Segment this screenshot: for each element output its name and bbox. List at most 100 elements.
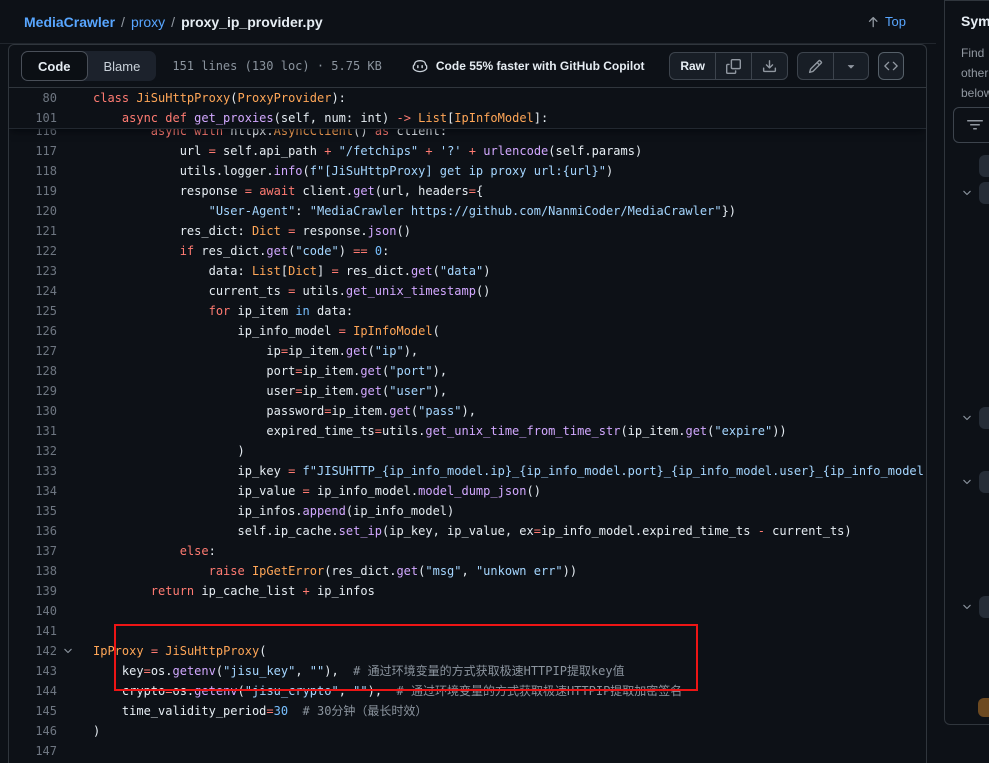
code-line: 134 ip_value = ip_info_model.model_dump_… bbox=[9, 481, 926, 501]
line-number[interactable]: 136 bbox=[9, 521, 57, 541]
line-number[interactable]: 133 bbox=[9, 461, 57, 481]
collapse-chevron-icon[interactable] bbox=[62, 645, 74, 657]
symbol-item-skeleton[interactable] bbox=[979, 407, 989, 429]
collapse-toggle[interactable] bbox=[57, 641, 79, 661]
line-number[interactable]: 80 bbox=[9, 88, 57, 108]
line-number[interactable]: 128 bbox=[9, 361, 57, 381]
top-label: Top bbox=[885, 14, 906, 29]
copy-icon bbox=[726, 59, 741, 74]
code-line: 118 utils.logger.info(f"[JiSuHttpProxy] … bbox=[9, 161, 926, 181]
line-number[interactable]: 101 bbox=[9, 108, 57, 128]
symbols-panel-toggle[interactable] bbox=[878, 52, 904, 80]
code-line: 120 "User-Agent": "MediaCrawler https://… bbox=[9, 201, 926, 221]
line-number[interactable]: 142 bbox=[9, 641, 57, 661]
gutter bbox=[57, 681, 79, 701]
gutter bbox=[57, 341, 79, 361]
chevron-down-icon[interactable] bbox=[961, 187, 973, 199]
line-number[interactable]: 145 bbox=[9, 701, 57, 721]
line-number[interactable]: 134 bbox=[9, 481, 57, 501]
gutter bbox=[57, 721, 79, 741]
line-number[interactable]: 130 bbox=[9, 401, 57, 421]
symbols-panel: Sym Find other below bbox=[944, 0, 989, 725]
line-number[interactable]: 144 bbox=[9, 681, 57, 701]
symbol-item-skeleton[interactable] bbox=[979, 471, 989, 493]
line-number[interactable]: 140 bbox=[9, 601, 57, 621]
code-line: 135 ip_infos.append(ip_info_model) bbox=[9, 501, 926, 521]
line-number[interactable]: 127 bbox=[9, 341, 57, 361]
line-number[interactable]: 131 bbox=[9, 421, 57, 441]
back-to-top-link[interactable]: Top bbox=[866, 14, 906, 29]
code-line: 145 time_validity_period=30 # 30分钟（最长时效） bbox=[9, 701, 926, 721]
gutter bbox=[57, 481, 79, 501]
symbol-item-skeleton-highlighted[interactable] bbox=[978, 698, 989, 717]
code-text: response = await client.get(url, headers… bbox=[93, 181, 483, 201]
line-number[interactable]: 118 bbox=[9, 161, 57, 181]
line-number[interactable]: 120 bbox=[9, 201, 57, 221]
symbol-item-skeleton[interactable] bbox=[979, 155, 989, 177]
chevron-down-icon[interactable] bbox=[961, 601, 973, 613]
download-icon bbox=[762, 59, 777, 74]
code-text: return ip_cache_list + ip_infos bbox=[93, 581, 375, 601]
line-number[interactable]: 138 bbox=[9, 561, 57, 581]
breadcrumb-repo-link[interactable]: MediaCrawler bbox=[24, 14, 115, 30]
chevron-down-icon[interactable] bbox=[961, 412, 973, 424]
line-number[interactable]: 132 bbox=[9, 441, 57, 461]
gutter bbox=[57, 301, 79, 321]
line-number[interactable]: 146 bbox=[9, 721, 57, 741]
code-line: 144 crypto=os.getenv("jisu_crypto", ""),… bbox=[9, 681, 926, 701]
tab-blame[interactable]: Blame bbox=[88, 51, 157, 81]
gutter bbox=[57, 221, 79, 241]
chevron-down-icon[interactable] bbox=[961, 476, 973, 488]
gutter bbox=[57, 521, 79, 541]
line-number[interactable]: 137 bbox=[9, 541, 57, 561]
gutter bbox=[57, 181, 79, 201]
code-line: 124 current_ts = utils.get_unix_timestam… bbox=[9, 281, 926, 301]
code-line: 123 data: List[Dict] = res_dict.get("dat… bbox=[9, 261, 926, 281]
line-number[interactable]: 119 bbox=[9, 181, 57, 201]
breadcrumb-folder-link[interactable]: proxy bbox=[131, 14, 165, 30]
gutter bbox=[57, 501, 79, 521]
copilot-banner[interactable]: Code 55% faster with GitHub Copilot bbox=[412, 58, 645, 74]
line-number[interactable]: 143 bbox=[9, 661, 57, 681]
code-text: url = self.api_path + "/fetchips" + '?' … bbox=[93, 141, 642, 161]
download-button[interactable] bbox=[751, 53, 787, 79]
line-number[interactable]: 139 bbox=[9, 581, 57, 601]
symbol-item-skeleton[interactable] bbox=[979, 182, 989, 204]
symbols-filter-button[interactable] bbox=[953, 107, 989, 143]
code-line: 122 if res_dict.get("code") == 0: bbox=[9, 241, 926, 261]
raw-button[interactable]: Raw bbox=[670, 53, 715, 79]
line-number[interactable]: 135 bbox=[9, 501, 57, 521]
code-text: for ip_item in data: bbox=[93, 301, 353, 321]
code-line: 130 password=ip_item.get("pass"), bbox=[9, 401, 926, 421]
gutter bbox=[57, 281, 79, 301]
line-number[interactable]: 129 bbox=[9, 381, 57, 401]
edit-dropdown-button[interactable] bbox=[833, 53, 868, 79]
gutter bbox=[57, 201, 79, 221]
line-number[interactable]: 125 bbox=[9, 301, 57, 321]
gutter bbox=[57, 241, 79, 261]
line-number[interactable]: 126 bbox=[9, 321, 57, 341]
tab-code[interactable]: Code bbox=[21, 51, 88, 81]
breadcrumb: MediaCrawler / proxy / proxy_ip_provider… bbox=[0, 0, 936, 44]
line-number[interactable]: 141 bbox=[9, 621, 57, 641]
symbol-item-skeleton[interactable] bbox=[979, 596, 989, 618]
line-number[interactable]: 121 bbox=[9, 221, 57, 241]
line-number[interactable]: 147 bbox=[9, 741, 57, 761]
code-line: 138 raise IpGetError(res_dict.get("msg",… bbox=[9, 561, 926, 581]
edit-button[interactable] bbox=[798, 53, 833, 79]
line-number[interactable]: 117 bbox=[9, 141, 57, 161]
code-text: utils.logger.info(f"[JiSuHttpProxy] get … bbox=[93, 161, 613, 181]
gutter bbox=[57, 601, 79, 621]
copy-button[interactable] bbox=[715, 53, 751, 79]
gutter bbox=[57, 541, 79, 561]
line-number[interactable]: 122 bbox=[9, 241, 57, 261]
code-line: 80class JiSuHttpProxy(ProxyProvider): bbox=[9, 88, 926, 108]
code-text: if res_dict.get("code") == 0: bbox=[93, 241, 389, 261]
pencil-icon bbox=[808, 59, 823, 74]
file-info: 151 lines (130 loc) · 5.75 KB bbox=[172, 59, 382, 73]
code-text: password=ip_item.get("pass"), bbox=[93, 401, 476, 421]
code-text: port=ip_item.get("port"), bbox=[93, 361, 447, 381]
line-number[interactable]: 123 bbox=[9, 261, 57, 281]
line-number[interactable]: 124 bbox=[9, 281, 57, 301]
gutter bbox=[57, 581, 79, 601]
